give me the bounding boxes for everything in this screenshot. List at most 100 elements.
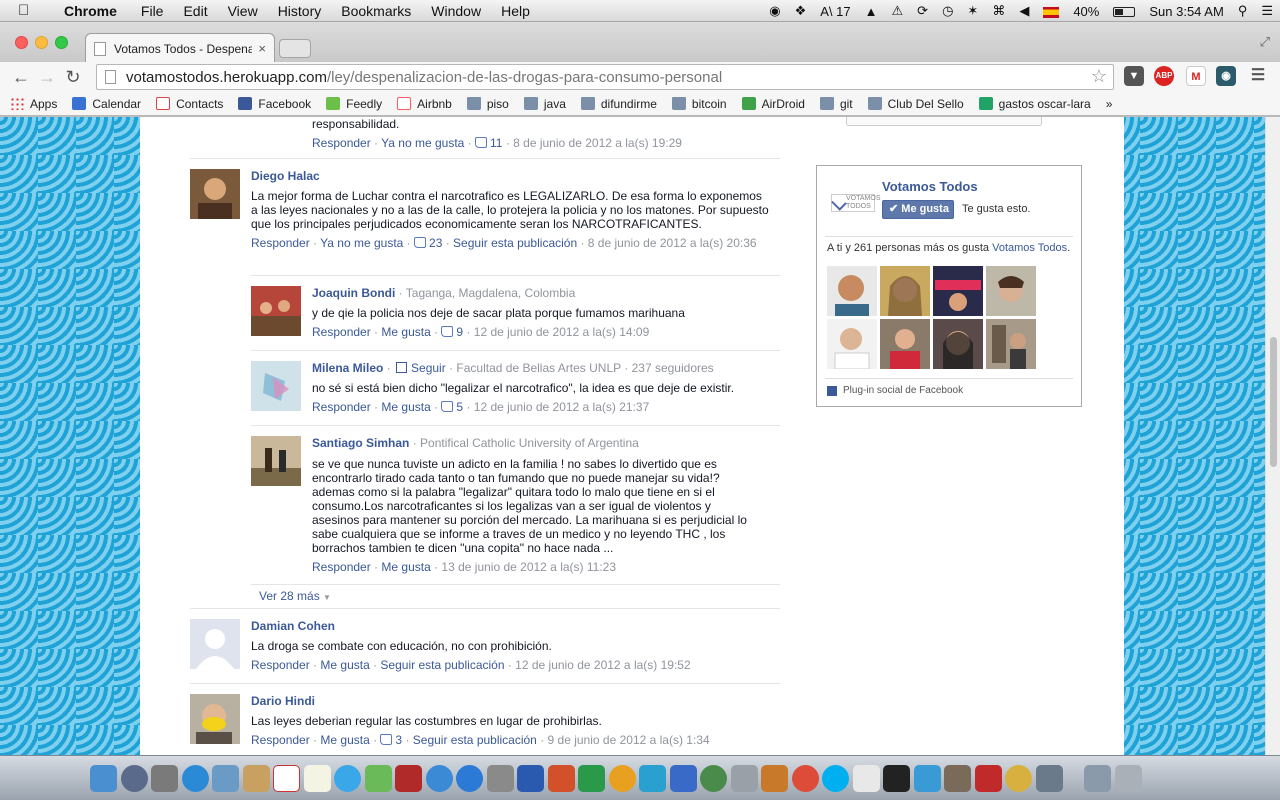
reply-link[interactable]: Responder xyxy=(251,733,310,747)
launchpad-icon[interactable] xyxy=(120,765,148,792)
address-bar[interactable]: votamostodos.herokuapp.com/ley/despenali… xyxy=(96,64,1114,90)
spotlight-icon[interactable]: ⚲ xyxy=(1231,3,1255,19)
like-link[interactable]: Me gusta xyxy=(320,733,369,747)
notes-icon[interactable] xyxy=(303,765,331,792)
comment-author[interactable]: Joaquin Bondi xyxy=(312,286,395,300)
like-count[interactable]: 3 xyxy=(380,733,402,747)
bookmark-airdroid[interactable]: AirDroid xyxy=(741,97,805,111)
back-button[interactable]: ← xyxy=(8,67,34,88)
chrome-menu-icon[interactable]: ☰ xyxy=(1248,66,1268,86)
default-avatar-icon[interactable] xyxy=(190,619,240,669)
bookmark-folder-difundirme[interactable]: difundirme xyxy=(580,97,657,111)
like-count[interactable]: 5 xyxy=(441,400,463,414)
view-more-replies-link[interactable]: Ver 28 más ▼ xyxy=(259,589,331,603)
page-name-link[interactable]: Votamos Todos xyxy=(882,179,978,194)
messenger-icon[interactable] xyxy=(669,765,697,792)
bookmark-calendar[interactable]: Calendar xyxy=(72,97,141,111)
friend-avatar[interactable] xyxy=(933,319,983,369)
menu-view[interactable]: View xyxy=(218,3,268,19)
reply-link[interactable]: Responder xyxy=(312,325,371,339)
bookmark-airbnb[interactable]: Airbnb xyxy=(397,97,452,111)
coins-icon[interactable] xyxy=(1005,765,1032,792)
photo-booth-icon[interactable] xyxy=(395,765,422,792)
comment-date[interactable]: 12 de junio de 2012 a la(s) 19:52 xyxy=(515,658,690,672)
tab-votamos-todos[interactable]: Votamos Todos - Despena × xyxy=(85,33,275,63)
dropbox-icon[interactable]: ❖ xyxy=(788,3,814,19)
volume-icon[interactable]: ◀ xyxy=(1012,3,1036,19)
avatar[interactable] xyxy=(251,361,301,411)
facebook-plugin-link[interactable]: Plug-in social de Facebook xyxy=(827,385,963,396)
clock[interactable]: Sun 3:54 AM xyxy=(1142,4,1230,19)
like-link[interactable]: Me gusta xyxy=(381,560,430,574)
chrome-icon[interactable] xyxy=(791,765,819,792)
network-icon[interactable] xyxy=(700,765,727,792)
follow-post-link[interactable]: Seguir esta publicación xyxy=(453,236,577,250)
skype-icon[interactable] xyxy=(822,765,849,792)
follow-user-link[interactable]: Seguir xyxy=(394,361,446,375)
like-count[interactable]: 9 xyxy=(441,325,463,339)
comment-date[interactable]: 12 de junio de 2012 a la(s) 14:09 xyxy=(474,325,649,339)
outlook-icon[interactable] xyxy=(608,765,636,792)
page-scrollbar[interactable] xyxy=(1265,117,1280,755)
reply-link[interactable]: Responder xyxy=(312,136,371,150)
bookmark-folder-club-del-sello[interactable]: Club Del Sello xyxy=(867,97,964,111)
extension-icon[interactable]: ◉ xyxy=(1216,66,1236,86)
comment-author[interactable]: Diego Halac xyxy=(251,169,771,183)
filezilla-icon[interactable] xyxy=(974,765,1002,792)
status-app-icon[interactable]: ◉ xyxy=(762,3,787,19)
bookmark-folder-java[interactable]: java xyxy=(523,97,566,111)
comment-date[interactable]: 8 de junio de 2012 a la(s) 20:36 xyxy=(588,236,757,250)
app-menu[interactable]: Chrome xyxy=(54,3,127,19)
adblock-extension-icon[interactable]: ABP xyxy=(1154,66,1174,86)
bookmark-folder-git[interactable]: git xyxy=(819,97,853,111)
menu-bookmarks[interactable]: Bookmarks xyxy=(331,3,421,19)
trash-icon[interactable] xyxy=(1114,765,1142,792)
input-flag-icon[interactable] xyxy=(1036,4,1066,19)
communicator-icon[interactable] xyxy=(639,765,666,792)
avatar[interactable] xyxy=(251,436,301,486)
avatar[interactable] xyxy=(190,694,240,744)
minimize-window-button[interactable] xyxy=(35,36,48,49)
bluetooth-icon[interactable]: ✶ xyxy=(960,3,985,19)
battery-percent[interactable]: 40% xyxy=(1066,4,1106,19)
comment-date[interactable]: 8 de junio de 2012 a la(s) 19:29 xyxy=(513,136,682,150)
sync-icon[interactable]: ⟳ xyxy=(910,3,935,19)
comment-date[interactable]: 13 de junio de 2012 a la(s) 11:23 xyxy=(441,560,616,574)
reply-link[interactable]: Responder xyxy=(251,236,310,250)
text-editor-icon[interactable] xyxy=(852,765,880,792)
adobe-notifications[interactable]: A\ 17 xyxy=(813,4,857,19)
bookmark-star-icon[interactable]: ☆ xyxy=(1091,66,1107,87)
scrollbar-thumb[interactable] xyxy=(1270,337,1277,467)
pocket-extension-icon[interactable]: ▼ xyxy=(1124,66,1144,86)
zoom-window-button[interactable] xyxy=(55,36,68,49)
app-icon[interactable] xyxy=(944,765,971,792)
like-page-button[interactable]: ✔ Me gusta xyxy=(882,200,954,219)
bookmark-contacts[interactable]: Contacts xyxy=(156,97,223,111)
sublime-text-icon[interactable] xyxy=(761,765,788,792)
new-tab-button[interactable] xyxy=(279,39,311,58)
follow-post-link[interactable]: Seguir esta publicación xyxy=(413,733,537,747)
bookmark-feedly[interactable]: Feedly xyxy=(326,97,382,111)
like-link[interactable]: Me gusta xyxy=(320,658,369,672)
like-count[interactable]: 11 xyxy=(475,136,502,150)
friend-avatar[interactable] xyxy=(986,266,1036,316)
friend-avatar[interactable] xyxy=(933,266,983,316)
downloads-stack-icon[interactable] xyxy=(1084,765,1111,792)
like-link[interactable]: Me gusta xyxy=(381,325,430,339)
system-preferences-icon[interactable] xyxy=(486,765,514,792)
apple-menu-icon[interactable]:  xyxy=(18,2,40,19)
bookmark-folder-piso[interactable]: piso xyxy=(466,97,509,111)
comment-author[interactable]: Milena Mileo xyxy=(312,361,383,375)
finder-icon[interactable] xyxy=(90,765,117,792)
wifi-icon[interactable]: ⌘ xyxy=(985,3,1012,19)
close-tab-icon[interactable]: × xyxy=(258,41,266,56)
avatar[interactable] xyxy=(190,169,240,219)
bookmark-apps[interactable]: Apps xyxy=(10,97,57,111)
friend-avatar[interactable] xyxy=(986,319,1036,369)
bell-icon[interactable]: ▲ xyxy=(858,4,885,19)
votamos-todos-logo[interactable]: VOTAMOS TODOS xyxy=(831,194,880,212)
reply-link[interactable]: Responder xyxy=(312,560,371,574)
warning-icon[interactable]: ⚠ xyxy=(885,3,911,19)
facetime-icon[interactable] xyxy=(364,765,392,792)
time-machine-icon[interactable]: ◷ xyxy=(935,3,960,19)
